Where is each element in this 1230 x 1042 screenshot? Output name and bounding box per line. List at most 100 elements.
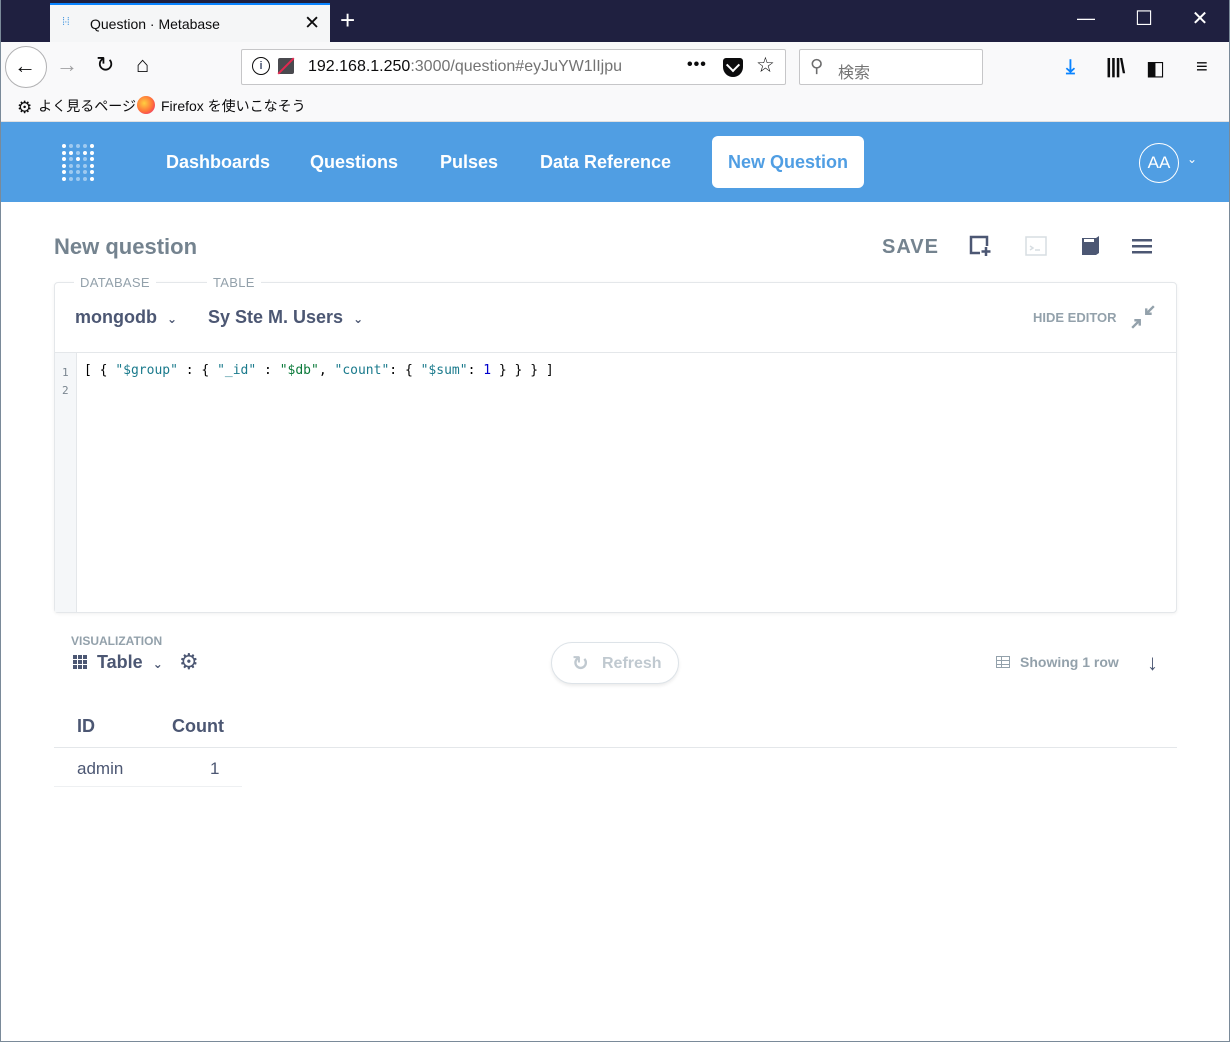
editor-divider	[55, 352, 1176, 353]
logo-dot	[69, 150, 73, 155]
page-actions-icon[interactable]: •••	[687, 56, 707, 74]
table-cell: admin	[77, 759, 124, 778]
logo-dot	[83, 157, 87, 161]
firefox-icon	[137, 96, 155, 114]
metabase-favicon-icon: ⁞·⁞	[62, 16, 70, 28]
search-icon: ⚲	[810, 56, 824, 76]
home-icon[interactable]: ⌂	[136, 52, 149, 78]
logo-dot	[83, 163, 87, 168]
bookmark-icon[interactable]	[1078, 234, 1102, 258]
logo-dot	[69, 170, 73, 174]
row-count: Showing 1 row	[996, 654, 1119, 670]
label-divider	[157, 282, 201, 283]
logo-dot	[76, 150, 80, 155]
back-button[interactable]: ←	[5, 46, 47, 88]
logo-dot	[90, 176, 94, 181]
nav-questions[interactable]: Questions	[310, 152, 398, 173]
logo-dot	[62, 150, 66, 155]
hide-editor-button[interactable]: HIDE EDITOR	[1033, 310, 1117, 325]
query-editor-card	[54, 282, 1177, 613]
library-icon[interactable]: |||\	[1106, 56, 1125, 79]
bookmark-most-visited[interactable]: ⚙ よく見るページ	[17, 96, 136, 118]
table-label: TABLE	[207, 275, 261, 290]
logo-dot	[76, 163, 80, 168]
logo-dot	[83, 150, 87, 155]
logo-dot	[69, 163, 73, 168]
nav-data-reference[interactable]: Data Reference	[540, 152, 671, 173]
logo-dot	[76, 144, 80, 148]
hamburger-menu-icon[interactable]	[1130, 234, 1154, 258]
logo-dot	[76, 170, 80, 174]
download-toolbar-icon[interactable]: ⤓	[1066, 56, 1075, 79]
database-select[interactable]: mongodb ⌄	[75, 307, 177, 328]
visualization-select[interactable]: Table ⌄	[73, 652, 163, 673]
logo-dot	[90, 170, 94, 174]
logo-dot	[62, 144, 66, 148]
tab-title: Question · Metabase	[90, 16, 220, 32]
database-label: DATABASE	[74, 275, 156, 290]
chevron-down-icon: ⌄	[152, 657, 163, 671]
table-icon	[996, 656, 1010, 668]
save-button[interactable]: SAVE	[882, 236, 939, 259]
logo-dot	[90, 163, 94, 168]
table-grid-icon	[73, 655, 87, 669]
collapse-icon[interactable]	[1130, 304, 1156, 330]
logo-dot	[83, 170, 87, 174]
chevron-down-icon[interactable]: ⌄	[1187, 152, 1197, 166]
page-title: New question	[54, 234, 198, 259]
nav-pulses[interactable]: Pulses	[440, 152, 498, 173]
minimize-icon[interactable]: —	[1066, 8, 1106, 29]
bookmark-star-icon[interactable]: ☆	[756, 53, 775, 78]
nav-dashboards[interactable]: Dashboards	[166, 152, 270, 173]
header-divider	[54, 747, 1177, 748]
menu-icon[interactable]: ≡	[1196, 56, 1208, 79]
logo-dot	[62, 163, 66, 168]
logo-dot	[90, 150, 94, 155]
visualization-label: VISUALIZATION	[71, 634, 163, 648]
metabase-logo-icon[interactable]	[62, 144, 94, 181]
bookmark-firefox[interactable]: Firefox を使いこなそう	[137, 96, 306, 116]
back-arrow-icon: ←	[14, 53, 36, 78]
url-text[interactable]: 192.168.1.250:3000/question#eyJuYW1lIjpu	[308, 58, 648, 76]
column-header-id[interactable]: ID	[77, 716, 95, 737]
chevron-down-icon: ⌄	[166, 312, 178, 326]
logo-dot	[90, 157, 94, 161]
logo-dot	[62, 176, 66, 181]
column-header-count[interactable]: Count	[172, 716, 224, 737]
sql-icon[interactable]	[1024, 234, 1048, 258]
logo-dot	[76, 157, 80, 161]
forward-arrow-icon[interactable]: →	[56, 52, 78, 78]
url-bar[interactable]: i 192.168.1.250:3000/question#eyJuYW1lIj…	[241, 49, 786, 85]
table-select[interactable]: Sy Ste M. Users ⌄	[208, 307, 363, 328]
download-icon[interactable]: ↓	[1147, 650, 1158, 676]
logo-dot	[69, 176, 73, 181]
search-placeholder: 検索	[838, 65, 871, 82]
sidebar-toggle-icon[interactable]: ◧	[1146, 56, 1165, 81]
reload-icon[interactable]: ↻	[96, 52, 114, 78]
refresh-button[interactable]: ↻ Refresh	[551, 642, 679, 684]
logo-dot	[90, 144, 94, 148]
maximize-icon[interactable]: ☐	[1124, 6, 1164, 31]
window-close-icon[interactable]: ✕	[1180, 6, 1220, 31]
logo-dot	[62, 170, 66, 174]
gear-icon[interactable]: ⚙	[179, 649, 199, 675]
site-info-icon[interactable]: i	[252, 57, 270, 75]
table-cell: 1	[210, 759, 220, 778]
browser-tab[interactable]: ⁞·⁞ Question · Metabase ✕	[50, 3, 330, 42]
new-question-button[interactable]: New Question	[712, 136, 864, 188]
pocket-icon[interactable]	[723, 58, 743, 77]
add-to-dashboard-icon[interactable]	[968, 234, 992, 258]
logo-dot	[76, 176, 80, 181]
new-tab-icon[interactable]: +	[340, 5, 355, 36]
tab-close-icon[interactable]: ✕	[304, 12, 320, 35]
logo-dot	[83, 176, 87, 181]
metabase-header: Dashboards Questions Pulses Data Referen…	[0, 122, 1230, 202]
chevron-down-icon: ⌄	[353, 312, 364, 326]
avatar[interactable]: AA	[1139, 143, 1179, 183]
logo-dot	[69, 144, 73, 148]
gear-icon: ⚙	[17, 98, 33, 117]
logo-dot	[69, 157, 73, 161]
code-editor[interactable]: [ { "$group" : { "_id" : "$db", "count":…	[84, 363, 554, 378]
search-bar[interactable]: ⚲ 検索	[799, 49, 983, 85]
logo-dot	[83, 144, 87, 148]
